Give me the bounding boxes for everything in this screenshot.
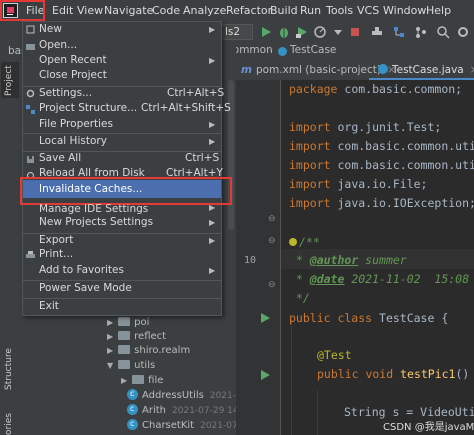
submenu-arrow-icon: ▶ bbox=[209, 218, 216, 227]
settings-icon bbox=[26, 89, 35, 98]
code-line-javadoc-start: /** bbox=[289, 235, 320, 249]
class-icon bbox=[278, 47, 287, 56]
tab-pom-xml[interactable]: m pom.xml (basic-project) × bbox=[241, 60, 396, 80]
menu-refactor[interactable]: Refactor bbox=[226, 4, 272, 17]
code-line-date: * @date 2021-11-02 15:08 bbox=[289, 272, 470, 286]
coverage-icon[interactable] bbox=[295, 25, 309, 39]
menu-item-new[interactable]: New bbox=[39, 21, 62, 38]
menu-vcs[interactable]: VCS bbox=[357, 4, 379, 17]
search-icon[interactable] bbox=[436, 25, 450, 39]
build-icon[interactable] bbox=[370, 25, 384, 39]
menu-window[interactable]: Window bbox=[383, 4, 426, 17]
menu-run[interactable]: Run bbox=[300, 4, 321, 17]
menu-item-file-properties[interactable]: File Properties bbox=[39, 116, 113, 133]
fold-icon[interactable]: ⊖ bbox=[268, 280, 276, 290]
indent-guide bbox=[317, 390, 318, 435]
code-line-import: import org.junit.Test; bbox=[289, 120, 442, 134]
favorites-tool-label[interactable]: ories bbox=[4, 413, 14, 435]
line-number-current: 10 bbox=[243, 255, 256, 266]
submenu-arrow-icon: ▶ bbox=[209, 56, 216, 65]
menu-item-power-save-mode[interactable]: Power Save Mode bbox=[39, 280, 132, 297]
menu-edit[interactable]: Edit bbox=[52, 4, 73, 17]
code-line-test-annotation: @Test bbox=[317, 348, 352, 362]
menu-item-new-projects-settings[interactable]: New Projects Settings bbox=[39, 214, 153, 231]
menu-item-add-to-favorites[interactable]: Add to Favorites bbox=[39, 262, 124, 279]
class-icon bbox=[127, 417, 138, 431]
code-line-class-decl: public class TestCase { bbox=[289, 311, 449, 325]
class-icon bbox=[127, 387, 138, 401]
tab-label: pom.xml (basic-project) bbox=[255, 64, 381, 76]
tree-item-arith[interactable]: Arith2021-07-29 14:3 bbox=[127, 402, 247, 418]
menu-code[interactable]: Code bbox=[152, 4, 180, 17]
folder-icon bbox=[132, 375, 145, 384]
submenu-arrow-icon: ▶ bbox=[209, 120, 216, 129]
menu-tools[interactable]: Tools bbox=[326, 4, 353, 17]
file-menu-annotation-box bbox=[0, 0, 45, 21]
menu-navigate[interactable]: Navigate bbox=[104, 4, 153, 17]
main-menu-bar: File Edit View Navigate Code Analyze Ref… bbox=[0, 0, 474, 23]
breadcrumb-chevron-icon: › bbox=[269, 43, 274, 55]
fold-icon[interactable]: ⊖ bbox=[268, 236, 276, 246]
menu-item-local-history[interactable]: Local History bbox=[39, 133, 107, 150]
structure-tool-label[interactable]: Structure bbox=[4, 348, 14, 390]
class-icon bbox=[127, 402, 138, 416]
breadcrumb-testcase[interactable]: TestCase bbox=[290, 44, 336, 56]
structure-icon[interactable] bbox=[392, 25, 406, 39]
close-icon[interactable]: × bbox=[470, 64, 474, 76]
code-line-javadoc-end: */ bbox=[289, 291, 310, 305]
menu-item-close-project[interactable]: Close Project bbox=[39, 67, 107, 84]
tree-item-reflect[interactable]: ▶ reflect bbox=[107, 330, 166, 344]
submenu-arrow-icon: ▶ bbox=[209, 25, 216, 34]
tab-testcase-java[interactable]: TestCase.java × bbox=[378, 60, 474, 80]
shortcut-project-structure: Ctrl+Alt+Shift+S bbox=[141, 102, 231, 114]
menu-view[interactable]: View bbox=[77, 4, 103, 17]
code-line-method-decl: public void testPic1() bbox=[317, 367, 470, 381]
run-icon[interactable] bbox=[259, 25, 273, 39]
open-folder-icon bbox=[26, 44, 35, 50]
folder-icon bbox=[118, 317, 131, 326]
class-icon bbox=[378, 64, 388, 74]
menu-item-project-structure[interactable]: Project Structure... bbox=[39, 100, 137, 117]
breadcrumb: common › TestCase bbox=[221, 42, 474, 61]
tree-item-file[interactable]: ▶ file bbox=[121, 374, 163, 388]
project-structure-icon bbox=[26, 105, 35, 114]
menu-help[interactable]: Help bbox=[426, 4, 451, 17]
folder-icon bbox=[118, 345, 131, 354]
new-icon bbox=[26, 25, 35, 34]
menu-build[interactable]: Build bbox=[270, 4, 298, 17]
tree-item-shiro-realm[interactable]: ▶ shiro.realm bbox=[107, 344, 190, 358]
vcs-icon[interactable] bbox=[414, 25, 428, 39]
tree-item-poi[interactable]: ▶ poi bbox=[107, 316, 149, 330]
code-line-author: * @author summer bbox=[289, 253, 407, 267]
profile-icon[interactable] bbox=[313, 25, 327, 39]
maven-icon: m bbox=[241, 64, 252, 76]
intention-bulb-icon[interactable] bbox=[289, 238, 297, 246]
debug-icon[interactable] bbox=[277, 25, 291, 39]
code-line-statement: String s = VideoUti bbox=[344, 405, 474, 419]
run-dropdown-icon[interactable] bbox=[331, 25, 345, 39]
code-line-import: import java.io.IOException; bbox=[289, 196, 474, 210]
project-tool-label[interactable]: Project bbox=[4, 65, 14, 96]
settings-icon[interactable] bbox=[456, 25, 470, 39]
indent-guide bbox=[291, 320, 292, 435]
print-icon bbox=[26, 251, 35, 258]
fold-icon[interactable]: ⊖ bbox=[268, 214, 276, 224]
menu-analyze[interactable]: Analyze bbox=[183, 4, 226, 17]
tree-item-utils[interactable]: ▼ utils bbox=[107, 359, 155, 373]
run-test-gutter-icon[interactable] bbox=[259, 369, 271, 381]
save-all-icon bbox=[27, 156, 34, 163]
menu-item-exit[interactable]: Exit bbox=[39, 298, 59, 315]
run-configuration-selector[interactable]: ls2 bbox=[221, 24, 253, 40]
run-test-gutter-icon[interactable] bbox=[259, 312, 271, 324]
submenu-arrow-icon: ▶ bbox=[209, 236, 216, 245]
submenu-arrow-icon: ▶ bbox=[209, 137, 216, 146]
stop-icon[interactable] bbox=[348, 25, 362, 39]
folder-icon bbox=[118, 360, 131, 369]
tab-label: TestCase.java bbox=[392, 64, 464, 76]
menu-item-print[interactable]: Print... bbox=[39, 246, 73, 263]
folder-icon bbox=[118, 331, 131, 340]
submenu-arrow-icon: ▶ bbox=[209, 266, 216, 275]
csdn-watermark: CSDN @我是javaM bbox=[383, 422, 474, 433]
